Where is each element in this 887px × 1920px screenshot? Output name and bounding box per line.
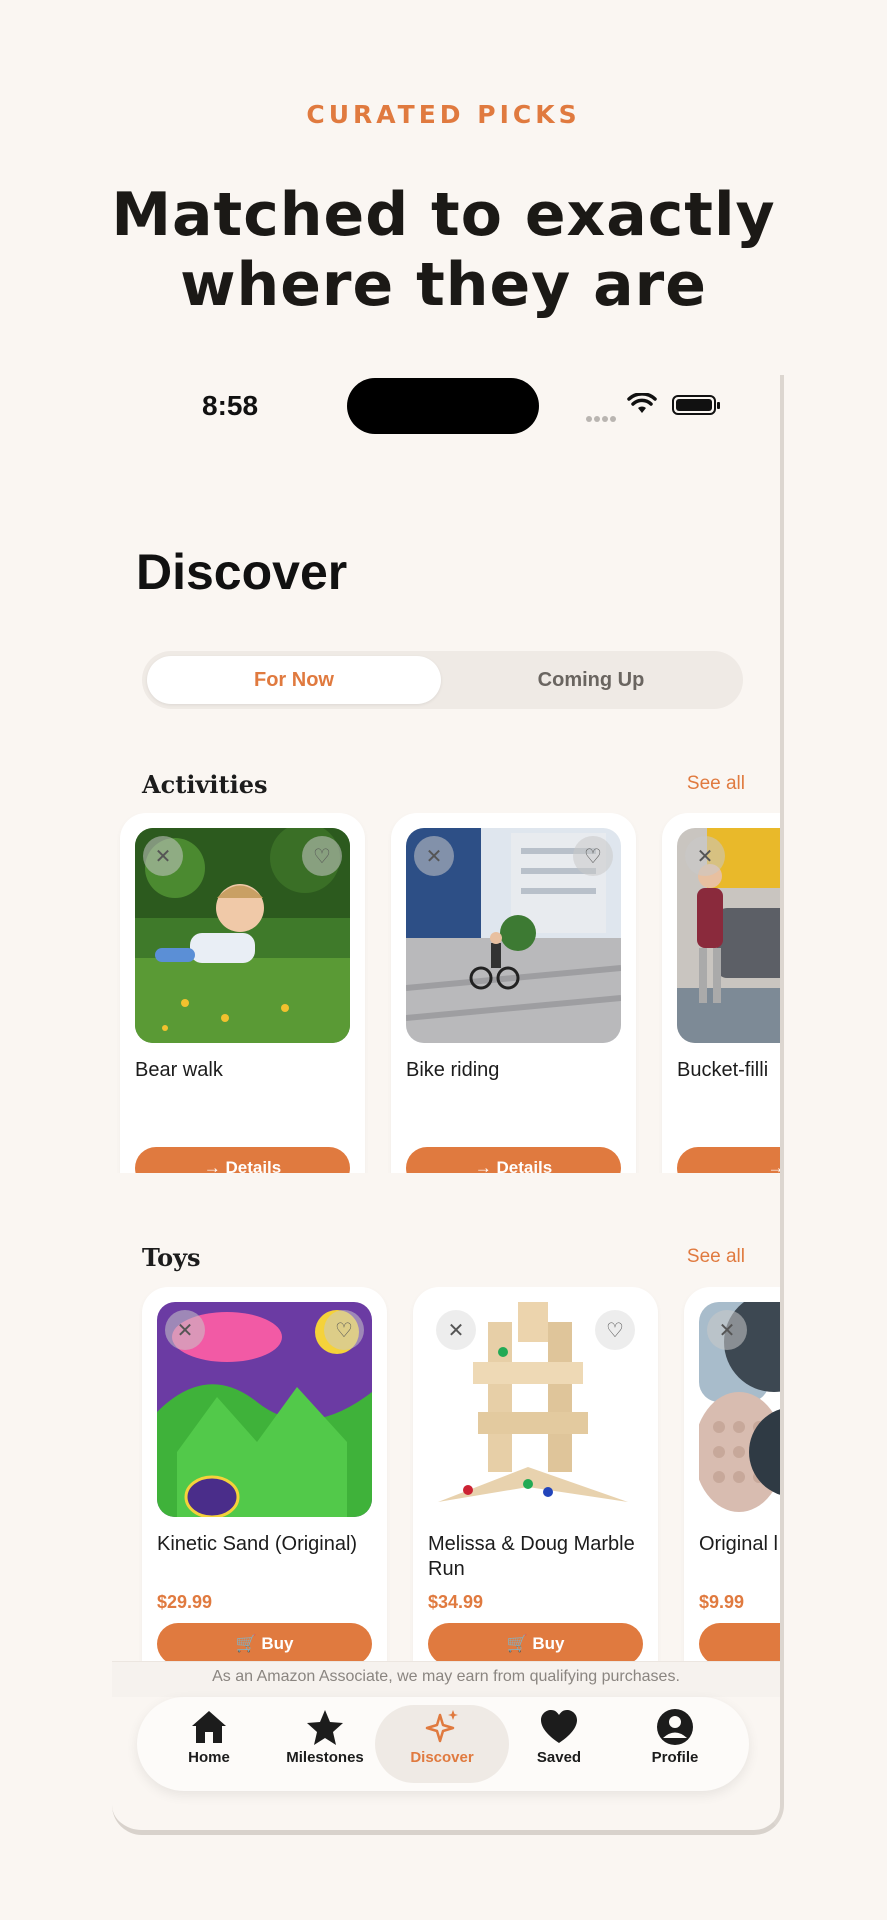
signal-icon (586, 409, 618, 427)
star-icon (271, 1705, 379, 1749)
headline-line-1: Matched to exactly (111, 180, 776, 250)
battery-icon (672, 395, 720, 415)
activities-header: Activities See all (142, 770, 745, 800)
tab-profile[interactable]: Profile (621, 1705, 729, 1783)
tab-bar: Home Milestones Discover Saved Profile (137, 1697, 749, 1791)
tab-discover[interactable]: Discover (375, 1705, 509, 1783)
toy-card[interactable]: ✕ ♡ Kinetic Sand (Original) $29.99 🛒 Buy (142, 1287, 387, 1661)
segment-coming-up[interactable]: Coming Up (444, 656, 738, 704)
toy-card[interactable]: ✕ Original l fidget toy $9.99 (684, 1287, 780, 1661)
phone-frame: 8:58 Discover For Now Coming Up Activiti… (112, 375, 784, 1835)
tab-saved-label: Saved (536, 1749, 582, 1766)
affiliate-disclaimer: As an Amazon Associate, we may earn from… (112, 1661, 780, 1697)
activities-title: Activities (142, 770, 268, 799)
page-title: Discover (136, 544, 348, 600)
activity-name: Bike riding (406, 1059, 500, 1081)
heart-outline-icon[interactable]: ♡ (324, 1310, 364, 1350)
buy-label: Buy (532, 1634, 565, 1653)
dismiss-icon[interactable]: ✕ (685, 836, 725, 876)
activity-image: ✕ ♡ (406, 828, 621, 1043)
dismiss-icon[interactable]: ✕ (143, 836, 183, 876)
tab-milestones-label: Milestones (286, 1749, 364, 1766)
activity-card[interactable]: ✕ ♡ Bike riding → Details (391, 813, 636, 1173)
toy-card[interactable]: ✕ ♡ Melissa & Doug Marble Run $34.99 🛒 B… (413, 1287, 658, 1661)
tab-home[interactable]: Home (155, 1705, 263, 1783)
activity-name: Bear walk (135, 1059, 223, 1081)
toy-price: $29.99 (157, 1592, 213, 1612)
dynamic-island (347, 378, 539, 434)
activities-carousel[interactable]: ✕ ♡ Bear walk → Details ✕ ♡ Bike riding … (112, 813, 780, 1173)
details-label: Details (225, 1158, 282, 1173)
sparkles-icon (375, 1705, 509, 1749)
buy-button[interactable]: 🛒 Buy (157, 1623, 372, 1661)
activity-card[interactable]: ✕ ♡ Bear walk → Details (120, 813, 365, 1173)
status-time: 8:58 (202, 390, 259, 421)
toy-price: $34.99 (428, 1592, 484, 1612)
headline: Matched to exactly where they are (0, 180, 887, 320)
headline-line-2: where they are (180, 250, 707, 320)
activity-image: ✕ ♡ (135, 828, 350, 1043)
tab-milestones[interactable]: Milestones (271, 1705, 379, 1783)
activities-see-all-link[interactable]: See all (687, 773, 745, 795)
heart-outline-icon[interactable]: ♡ (595, 1310, 635, 1350)
toys-header: Toys See all (142, 1243, 745, 1273)
activity-image: ✕ (677, 828, 780, 1043)
details-button[interactable]: → Details (135, 1147, 350, 1173)
toy-image: ✕ ♡ (428, 1302, 643, 1517)
toy-image: ✕ ♡ (157, 1302, 372, 1517)
dismiss-icon[interactable]: ✕ (707, 1310, 747, 1350)
segment-for-now[interactable]: For Now (147, 656, 441, 704)
toy-price: $9.99 (699, 1592, 745, 1612)
tab-profile-label: Profile (651, 1749, 699, 1766)
home-icon (155, 1705, 263, 1749)
profile-icon (621, 1705, 729, 1749)
buy-label: Buy (261, 1634, 294, 1653)
heart-outline-icon[interactable]: ♡ (302, 836, 342, 876)
toys-carousel[interactable]: ✕ ♡ Kinetic Sand (Original) $29.99 🛒 Buy… (112, 1287, 780, 1661)
segmented-control: For Now Coming Up (142, 651, 743, 709)
toy-name: Original l fidget toy (699, 1533, 780, 1555)
details-button[interactable]: → D (677, 1147, 780, 1173)
tab-home-label: Home (188, 1749, 230, 1766)
details-button[interactable]: → Details (406, 1147, 621, 1173)
status-bar: 8:58 (112, 375, 780, 435)
buy-button[interactable] (699, 1623, 780, 1661)
toy-name: Melissa & Doug Marble Run (428, 1533, 635, 1580)
tab-discover-label: Discover (410, 1749, 474, 1766)
toy-name: Kinetic Sand (Original) (157, 1533, 358, 1555)
heart-icon (505, 1705, 613, 1749)
toys-title: Toys (142, 1243, 201, 1272)
details-label: Details (496, 1158, 553, 1173)
tab-saved[interactable]: Saved (505, 1705, 613, 1783)
activity-card[interactable]: ✕ Bucket-filli → D (662, 813, 780, 1173)
dismiss-icon[interactable]: ✕ (436, 1310, 476, 1350)
wifi-icon (627, 392, 657, 420)
toys-see-all-link[interactable]: See all (687, 1246, 745, 1268)
buy-button[interactable]: 🛒 Buy (428, 1623, 643, 1661)
toy-image: ✕ (699, 1302, 780, 1517)
dismiss-icon[interactable]: ✕ (414, 836, 454, 876)
activity-name: Bucket-filli (677, 1059, 769, 1081)
heart-outline-icon[interactable]: ♡ (573, 836, 613, 876)
eyebrow-label: CURATED PICKS (306, 100, 581, 129)
dismiss-icon[interactable]: ✕ (165, 1310, 205, 1350)
